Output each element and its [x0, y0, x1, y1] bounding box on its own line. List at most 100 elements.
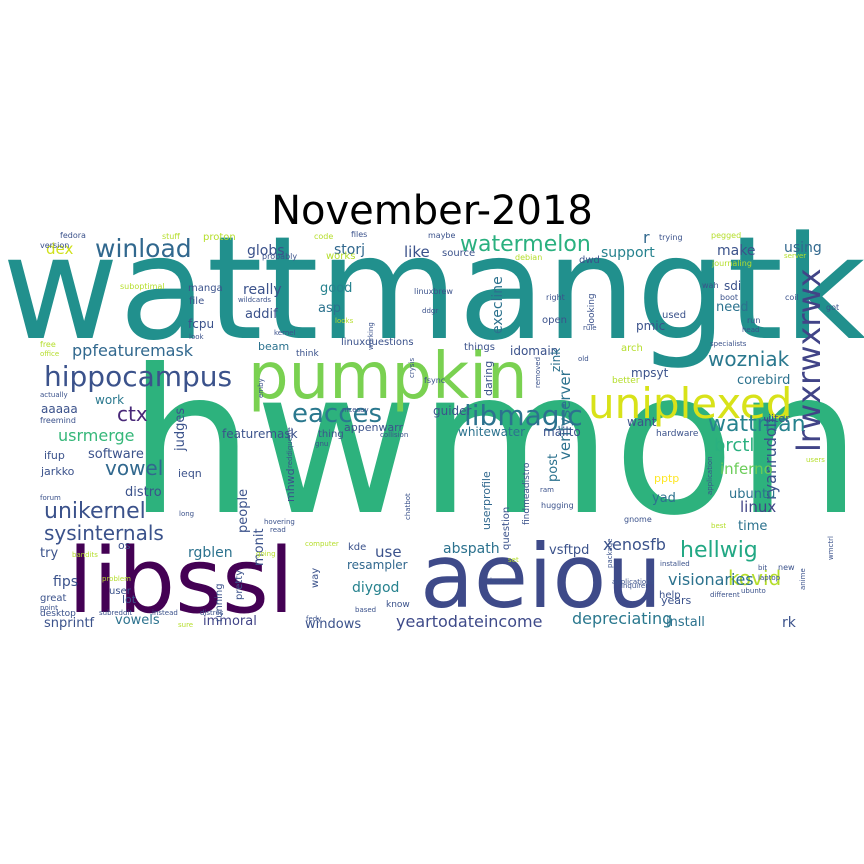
word-pretty: pretty	[234, 570, 245, 600]
word-coil: coil	[785, 293, 799, 302]
word-jarkko: jarkko	[40, 465, 75, 478]
word-wattman: wattman	[708, 412, 806, 437]
word-instead: instead	[152, 609, 178, 617]
word-laptop: laptop	[758, 574, 781, 582]
word-stuff: stuff	[162, 232, 180, 241]
word-install: install	[666, 615, 705, 630]
word-brctl: brctl	[714, 435, 754, 456]
word-open: open	[542, 315, 567, 326]
word-code: code	[314, 232, 333, 241]
word-work: work	[95, 393, 124, 407]
word-things: things	[464, 342, 495, 353]
word-userprofile: userprofile	[480, 471, 493, 530]
word-aaaaa: aaaaa	[41, 402, 78, 416]
word-office: office	[40, 350, 59, 358]
word-software: software	[88, 447, 144, 462]
word-rk: rk	[782, 615, 797, 631]
word-pegged: pegged	[711, 231, 741, 240]
word-server: server	[784, 252, 806, 260]
word-looks: looks	[335, 317, 354, 325]
word-like: like	[404, 243, 430, 261]
word-beam: beam	[258, 340, 289, 353]
word-verifyserver: verifyserver	[556, 369, 574, 460]
word-hellwig: hellwig	[680, 538, 758, 563]
word-probably: probably	[262, 252, 297, 261]
word-installed: installed	[660, 560, 690, 568]
word-going: going	[256, 550, 276, 558]
word-distros: distros	[200, 609, 224, 617]
word-got: got	[826, 303, 839, 312]
word-new: new	[778, 563, 795, 572]
word-yeartodateincome: yeartodateincome	[396, 612, 542, 631]
word-pmic: pmic	[636, 319, 665, 333]
word-proton: proton	[203, 232, 236, 243]
word-think: think	[296, 349, 319, 359]
word-linuxquestions: linuxquestions	[341, 337, 414, 348]
word-head: head	[742, 326, 759, 334]
word-problem: problem	[102, 575, 131, 583]
word-dwd: dwd	[579, 255, 600, 266]
word-fedora: fedora	[60, 231, 86, 240]
word-yad: yad	[652, 491, 676, 506]
word-daring: daring	[482, 361, 495, 396]
word-old: old	[578, 355, 589, 363]
word-r: r	[643, 228, 650, 247]
word-depreciating: depreciating	[572, 609, 672, 628]
word-long: long	[179, 510, 194, 518]
word-sysinternals: sysinternals	[44, 521, 164, 545]
word-judges: judges	[173, 408, 188, 452]
word-hugging: hugging	[541, 501, 574, 510]
word-make: make	[717, 243, 755, 259]
word-arch: arch	[621, 343, 643, 354]
word-guider: guider	[433, 404, 472, 418]
word-chatbot: chatbot	[404, 493, 412, 520]
word-resampler: resampler	[347, 558, 408, 572]
word-package: package	[606, 538, 614, 568]
word-people: people	[236, 489, 251, 533]
word-know: know	[386, 600, 410, 610]
word-removed: removed	[534, 357, 542, 388]
word-works: works	[326, 251, 355, 262]
word-nicesay: nicesay	[342, 406, 369, 414]
word-hovering: hovering	[264, 518, 295, 526]
word-mhwd: mhwd	[284, 468, 297, 502]
word-way: way	[310, 568, 321, 588]
word-hippocampus: hippocampus	[44, 360, 232, 393]
word-mailto: mailto	[543, 425, 581, 439]
word-question: question	[501, 507, 512, 550]
word-based: based	[355, 606, 376, 614]
word-ubuntu: ubuntu	[729, 487, 775, 502]
word-wmctrl: wmctrl	[827, 536, 835, 560]
word-monit: monit	[252, 528, 267, 566]
word-linuxbrew: linuxbrew	[414, 287, 453, 296]
word-issues: issues	[490, 577, 512, 585]
word-applications: applications	[612, 578, 655, 586]
word-journaling: journaling	[711, 259, 752, 268]
word-specialists: specialists	[710, 340, 747, 348]
word-gnu: gnu	[315, 440, 328, 448]
word-reddiquette: reddiquette	[286, 427, 294, 468]
word-forum: forum	[40, 494, 61, 502]
word-hardware: hardware	[656, 429, 699, 439]
word-need: need	[716, 300, 749, 315]
word-source: source	[442, 248, 475, 259]
word-trying: trying	[659, 233, 683, 242]
word-findmeadistro: findmeadistro	[522, 462, 532, 525]
word-fsync: fsync	[424, 376, 445, 385]
word-asp: asp	[318, 301, 341, 316]
word-crysis: crysis	[408, 358, 416, 378]
word-different: different	[710, 591, 740, 599]
word-post: post	[546, 454, 561, 482]
word-wozniak: wozniak	[708, 347, 790, 371]
word-best: best	[711, 522, 726, 530]
word-application: application	[706, 456, 714, 495]
word-addif: addif	[245, 307, 278, 322]
word-zink: zink	[549, 348, 563, 372]
word-abspath: abspath	[443, 541, 500, 557]
word-great: great	[40, 593, 67, 604]
word-fcpu: fcpu	[188, 317, 214, 331]
word-sure: sure	[178, 621, 193, 629]
word-looking: looking	[587, 293, 597, 326]
word-ram: ram	[540, 486, 554, 494]
word-usrmerge: usrmerge	[58, 426, 135, 445]
